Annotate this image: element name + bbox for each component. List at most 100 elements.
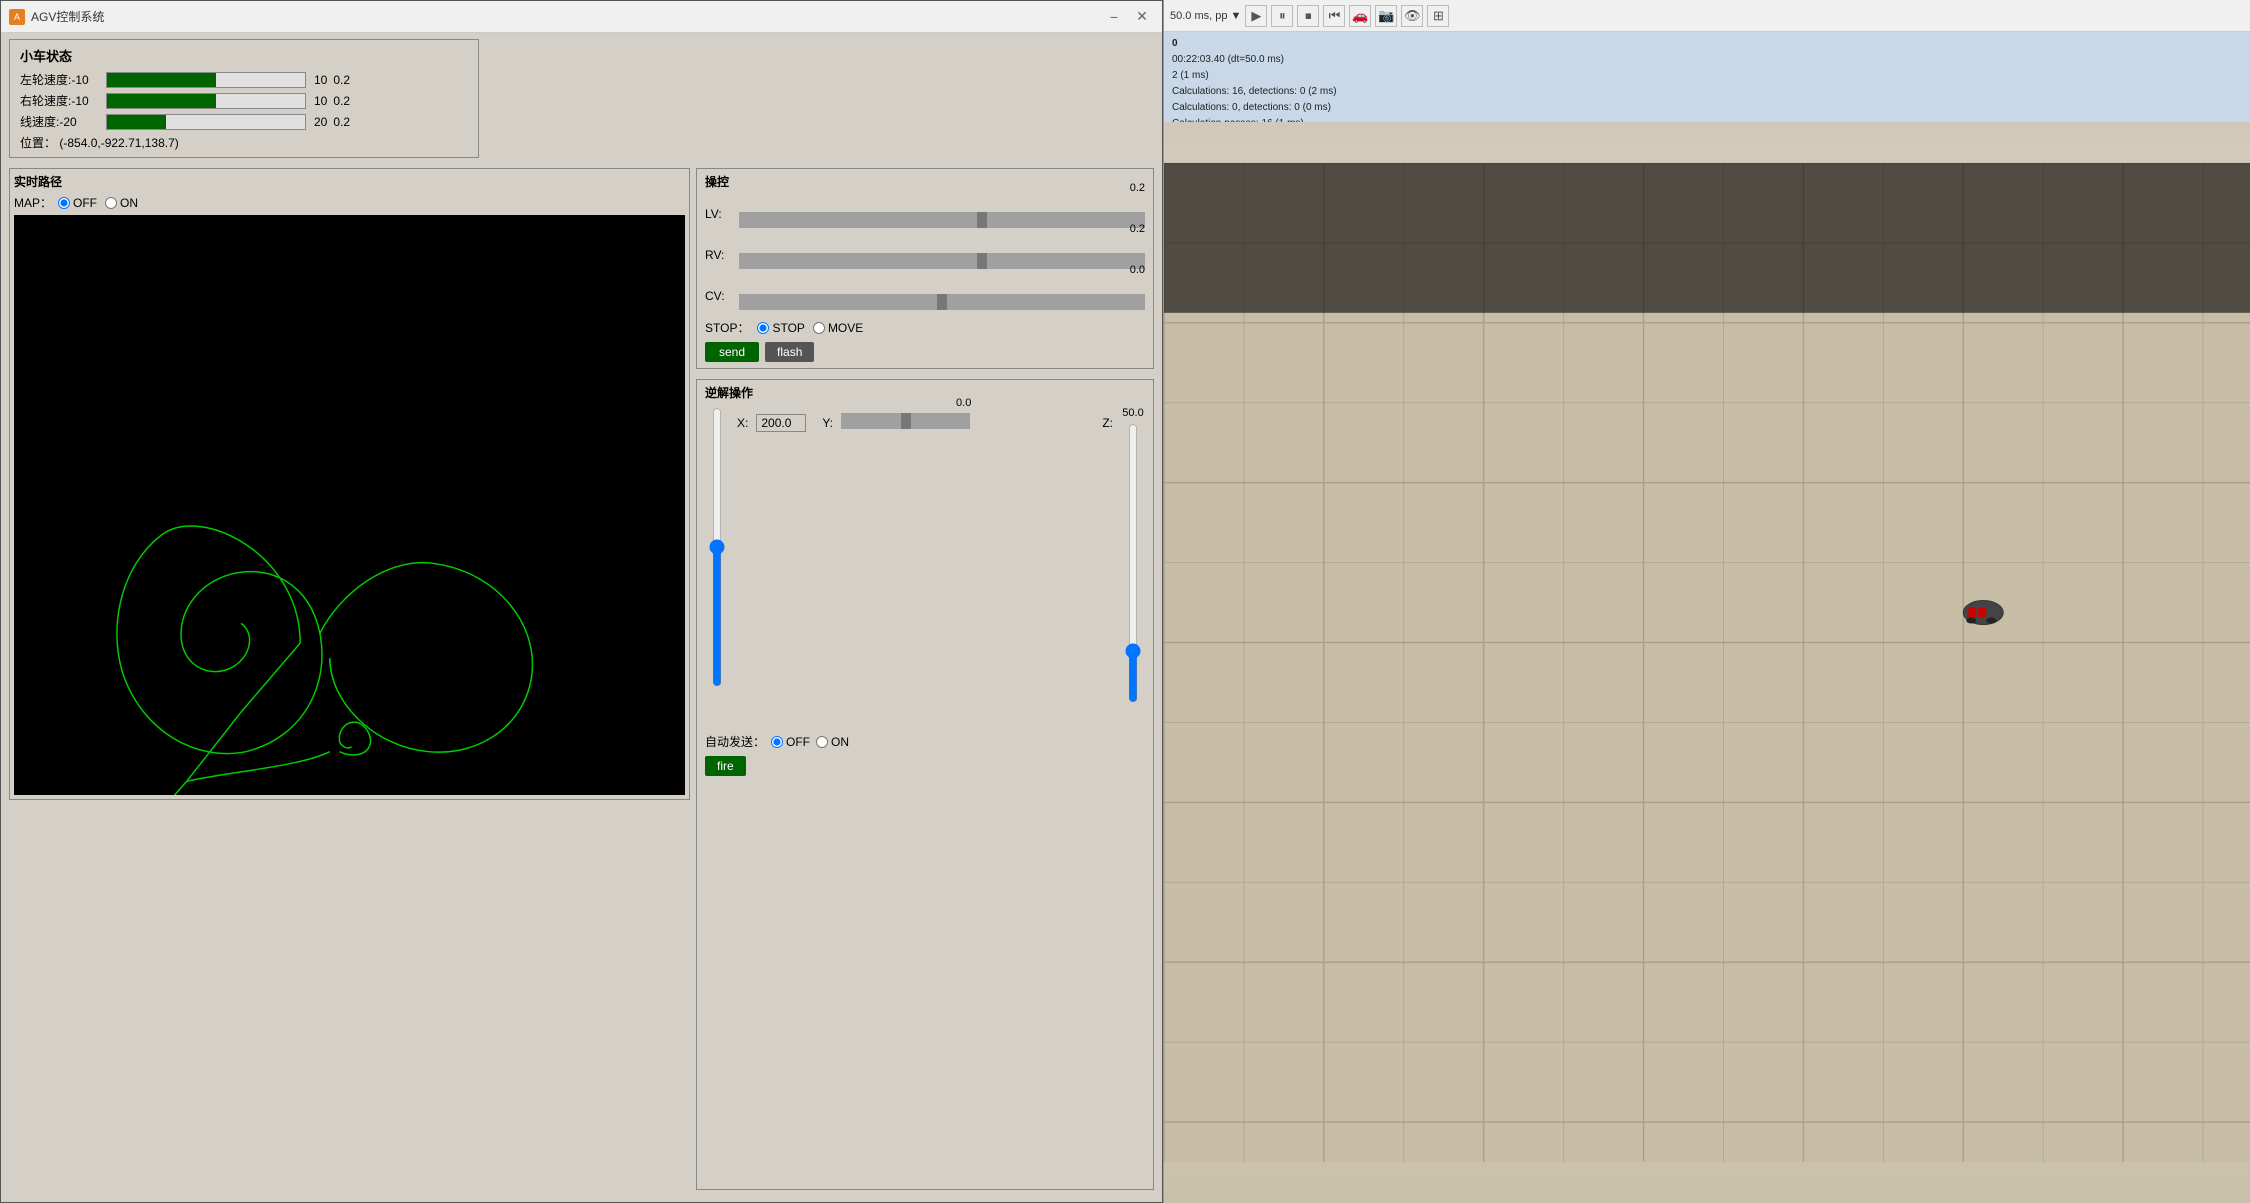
auto-on-option[interactable]: ON (816, 735, 849, 749)
right-speed-bar (106, 93, 306, 109)
action-buttons: send flash (705, 342, 1145, 362)
main-body: 实时路径 MAP： OFF ON (1, 164, 1162, 1202)
auto-off-option[interactable]: OFF (771, 735, 810, 749)
car-status-box: 小车状态 左轮速度:-10 10 0.2 右轮速度:-10 10 (9, 39, 479, 158)
lv-label: LV: (705, 207, 735, 221)
viz-3d-svg (1164, 122, 2250, 1203)
right-speed-max: 10 (314, 94, 327, 108)
viz-3d-viewport (1164, 122, 2250, 1203)
auto-off-text: OFF (786, 735, 810, 749)
viz-cam-btn[interactable]: 📷 (1375, 5, 1397, 27)
y-slider[interactable] (841, 413, 970, 429)
inverse-section: 逆解操作 X: 200.0 Y: (696, 379, 1154, 1190)
map-off-label: OFF (73, 196, 97, 210)
app-icon: A (9, 9, 25, 25)
cv-label: CV: (705, 289, 735, 303)
left-panel: 实时路径 MAP： OFF ON (9, 168, 690, 1194)
flash-button[interactable]: flash (765, 342, 814, 362)
realtime-path-section: 实时路径 MAP： OFF ON (9, 168, 690, 800)
move-option[interactable]: MOVE (813, 321, 863, 335)
stop-label: STOP： (705, 319, 749, 336)
window-title: AGV控制系统 (31, 8, 104, 25)
z-slider-wrap: 50.0 (1121, 407, 1145, 703)
stop-option[interactable]: STOP (757, 321, 804, 335)
car-status-title: 小车状态 (20, 46, 468, 65)
main-window: A AGV控制系统 − ✕ 小车状态 左轮速度:-10 10 0.2 (0, 0, 1163, 1203)
right-speed-row: 右轮速度:-10 10 0.2 (20, 92, 468, 109)
map-off-radio[interactable] (58, 197, 70, 209)
line-speed-val: 0.2 (333, 115, 350, 129)
stop-text: STOP (772, 321, 804, 335)
auto-on-text: ON (831, 735, 849, 749)
right-panel: 操控 LV: 0.2 RV: 0.2 (696, 168, 1154, 1194)
map-off-option[interactable]: OFF (58, 196, 97, 210)
auto-off-radio[interactable] (771, 736, 783, 748)
viz-stats: 0 00:22:03.40 (dt=50.0 ms) 2 (1 ms) Calc… (1164, 32, 2250, 122)
left-speed-fill (107, 73, 216, 87)
sliders-area: X: 200.0 Y: 0.0 Z: (705, 407, 1145, 727)
path-canvas (14, 215, 685, 795)
fire-button[interactable]: fire (705, 756, 746, 776)
left-speed-max: 10 (314, 73, 327, 87)
auto-send-label: 自动发送： (705, 733, 765, 750)
cv-row: CV: 0.0 (705, 278, 1145, 313)
path-svg (14, 215, 685, 795)
z-label: Z: (1102, 416, 1113, 430)
cv-slider[interactable] (739, 294, 1145, 310)
close-button[interactable]: ✕ (1130, 7, 1154, 27)
stop-radio[interactable] (757, 322, 769, 334)
viz-toolbar: 50.0 ms, pp ▼ ▶ ⏸ ⏹ ⏮ 🚗 📷 👁 ⊞ (1164, 0, 2250, 32)
auto-on-radio[interactable] (816, 736, 828, 748)
control-section: 操控 LV: 0.2 RV: 0.2 (696, 168, 1154, 369)
viz-grid-btn[interactable]: ⊞ (1427, 5, 1449, 27)
viz-pause-btn[interactable]: ⏸ (1271, 5, 1293, 27)
viz-car-btn[interactable]: 🚗 (1349, 5, 1371, 27)
viz-stat-4: Calculations: 0, detections: 0 (0 ms) (1172, 100, 2242, 116)
map-on-option[interactable]: ON (105, 196, 138, 210)
window-controls: − ✕ (1102, 7, 1154, 27)
right-speed-label: 右轮速度:-10 (20, 92, 100, 109)
line-speed-fill (107, 115, 166, 129)
position-row: 位置： (-854.0,-922.71,138.7) (20, 134, 468, 151)
move-radio[interactable] (813, 322, 825, 334)
rv-label: RV: (705, 248, 735, 262)
position-value: (-854.0,-922.71,138.7) (59, 136, 178, 150)
x-value: 200.0 (756, 414, 806, 432)
send-button[interactable]: send (705, 342, 759, 362)
car-status-section: 小车状态 左轮速度:-10 10 0.2 右轮速度:-10 10 (1, 33, 1162, 164)
x-slider-wrap (705, 407, 729, 687)
realtime-path-title: 实时路径 (14, 173, 685, 190)
z-value-label: 50.0 (1122, 407, 1143, 419)
xyz-row: X: 200.0 Y: 0.0 Z: (737, 413, 1113, 432)
left-speed-bar (106, 72, 306, 88)
viz-rewind-btn[interactable]: ⏮ (1323, 5, 1345, 27)
content-area: 小车状态 左轮速度:-10 10 0.2 右轮速度:-10 10 (1, 33, 1162, 1202)
line-speed-label: 线速度:-20 (20, 113, 100, 130)
map-control-row: MAP： OFF ON (14, 194, 685, 211)
map-radio-group: OFF ON (58, 196, 138, 210)
x-label: X: (737, 416, 748, 430)
viz-content: 0 00:22:03.40 (dt=50.0 ms) 2 (1 ms) Calc… (1164, 32, 2250, 1203)
line-speed-row: 线速度:-20 20 0.2 (20, 113, 468, 130)
stop-row: STOP： STOP MOVE (705, 319, 1145, 336)
viz-play-btn[interactable]: ▶ (1245, 5, 1267, 27)
title-bar: A AGV控制系统 − ✕ (1, 1, 1162, 33)
map-on-label: ON (120, 196, 138, 210)
inverse-title: 逆解操作 (705, 384, 1145, 401)
map-on-radio[interactable] (105, 197, 117, 209)
viz-time-text: 50.0 ms, pp ▼ (1170, 10, 1241, 22)
y-label: Y: (822, 416, 833, 430)
y-value: 0.0 (956, 397, 971, 409)
line-speed-max: 20 (314, 115, 327, 129)
z-vertical-slider[interactable] (1121, 423, 1145, 703)
viz-stop-btn[interactable]: ⏹ (1297, 5, 1319, 27)
viz-stat-0: 0 (1172, 36, 2242, 52)
left-speed-row: 左轮速度:-10 10 0.2 (20, 71, 468, 88)
minimize-button[interactable]: − (1102, 7, 1126, 27)
rv-value: 0.2 (739, 223, 1145, 235)
move-text: MOVE (828, 321, 863, 335)
left-speed-val: 0.2 (333, 73, 350, 87)
viz-eye-btn[interactable]: 👁 (1401, 5, 1423, 27)
x-vertical-slider[interactable] (705, 407, 729, 687)
viz-stat-3: Calculations: 16, detections: 0 (2 ms) (1172, 84, 2242, 100)
